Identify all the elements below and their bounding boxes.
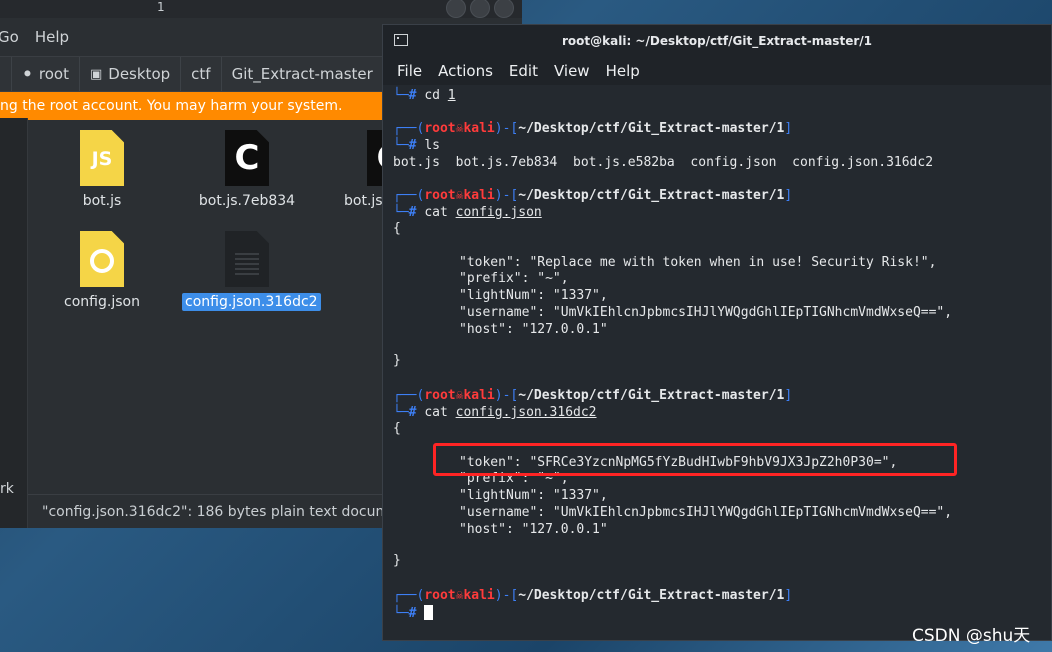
token-highlight-box [433, 443, 957, 476]
terminal-menubar: File Actions Edit View Help [383, 57, 1051, 85]
prompt-line: ┌──(root☠kali)-[~/Desktop/ctf/Git_Extrac… [393, 388, 793, 403]
ls-output: bot.js bot.js.7eb834 bot.js.e582ba confi… [393, 155, 934, 170]
command-line: └─# ls [393, 138, 440, 153]
json-line-host: "host": "127.0.0.1" [459, 322, 608, 337]
c-file-icon: C [225, 130, 269, 186]
json-brace: { [393, 221, 401, 236]
json-brace: } [393, 353, 401, 368]
close-button[interactable] [494, 0, 514, 18]
js-file-icon: JS [80, 130, 124, 186]
terminal-window[interactable]: root@kali: ~/Desktop/ctf/Git_Extract-mas… [382, 24, 1052, 641]
command-line: └─# cat config.json.316dc2 [393, 405, 597, 420]
file-item-bot-js-partial[interactable]: C bot.js [327, 130, 387, 210]
file-item-config-json[interactable]: config.json [37, 231, 167, 311]
terminal-output[interactable]: └─# cd 1 ┌──(root☠kali)-[~/Desktop/ctf/G… [393, 88, 1041, 640]
terminal-title: root@kali: ~/Desktop/ctf/Git_Extract-mas… [562, 34, 872, 48]
terminal-titlebar: root@kali: ~/Desktop/ctf/Git_Extract-mas… [383, 25, 1051, 57]
sidebar-item-fragment[interactable]: rk [0, 481, 14, 497]
command-line: └─# [393, 605, 434, 621]
menu-help[interactable]: Help [606, 62, 640, 80]
prompt-line: ┌──(root☠kali)-[~/Desktop/ctf/Git_Extrac… [393, 188, 793, 203]
breadcrumb-left-arrow[interactable] [0, 57, 12, 91]
desktop-icon: ▣ [89, 66, 103, 82]
prompt-line: ┌──(root☠kali)-[~/Desktop/ctf/Git_Extrac… [393, 121, 793, 136]
json-line-token: "token": "Replace me with token when in … [459, 255, 937, 270]
menu-actions[interactable]: Actions [438, 62, 493, 80]
file-item-config-json-316dc2[interactable]: config.json.316dc2 [182, 231, 321, 311]
menu-view[interactable]: View [554, 62, 590, 80]
json-line-lightnum: "lightNum": "1337", [459, 288, 608, 303]
json-line-username: "username": "UmVkIEhlcnJpbmcsIHJlYWQgdGh… [459, 305, 953, 320]
json-brace: { [393, 421, 401, 436]
maximize-button[interactable] [470, 0, 490, 18]
breadcrumb-desktop[interactable]: ▣ Desktop [80, 57, 182, 91]
file-item-bot-js[interactable]: JS bot.js [37, 130, 167, 210]
json-line-prefix: "prefix": "~", [459, 271, 569, 286]
json-brace: } [393, 553, 401, 568]
watermark: CSDN @shu天 [912, 626, 1031, 646]
menu-go[interactable]: Go [0, 28, 19, 46]
command-line: └─# cat config.json [393, 205, 542, 220]
json-line-lightnum: "lightNum": "1337", [459, 488, 608, 503]
file-item-bot-js-7eb834[interactable]: C bot.js.7eb834 [182, 130, 312, 210]
breadcrumb-root[interactable]: ⚫ root [12, 57, 80, 91]
json-line-host: "host": "127.0.0.1" [459, 522, 608, 537]
command-line: └─# cd 1 [393, 88, 456, 103]
file-manager-titlebar: 1 [0, 0, 522, 18]
home-icon: ⚫ [22, 66, 33, 82]
minimize-button[interactable] [446, 0, 466, 18]
menu-file[interactable]: File [397, 62, 422, 80]
prompt-line: ┌──(root☠kali)-[~/Desktop/ctf/Git_Extrac… [393, 588, 793, 603]
json-file-icon [80, 231, 124, 287]
menu-edit[interactable]: Edit [509, 62, 538, 80]
window-title: 1 [157, 0, 165, 14]
breadcrumb-ctf[interactable]: ctf [181, 57, 222, 91]
sidebar: rk [0, 118, 28, 528]
breadcrumb-git-extract-master[interactable]: Git_Extract-master [222, 57, 384, 91]
text-file-icon [225, 231, 269, 287]
text-cursor [424, 605, 434, 620]
json-line-username: "username": "UmVkIEhlcnJpbmcsIHJlYWQgdGh… [459, 505, 953, 520]
menu-help[interactable]: Help [35, 28, 69, 46]
